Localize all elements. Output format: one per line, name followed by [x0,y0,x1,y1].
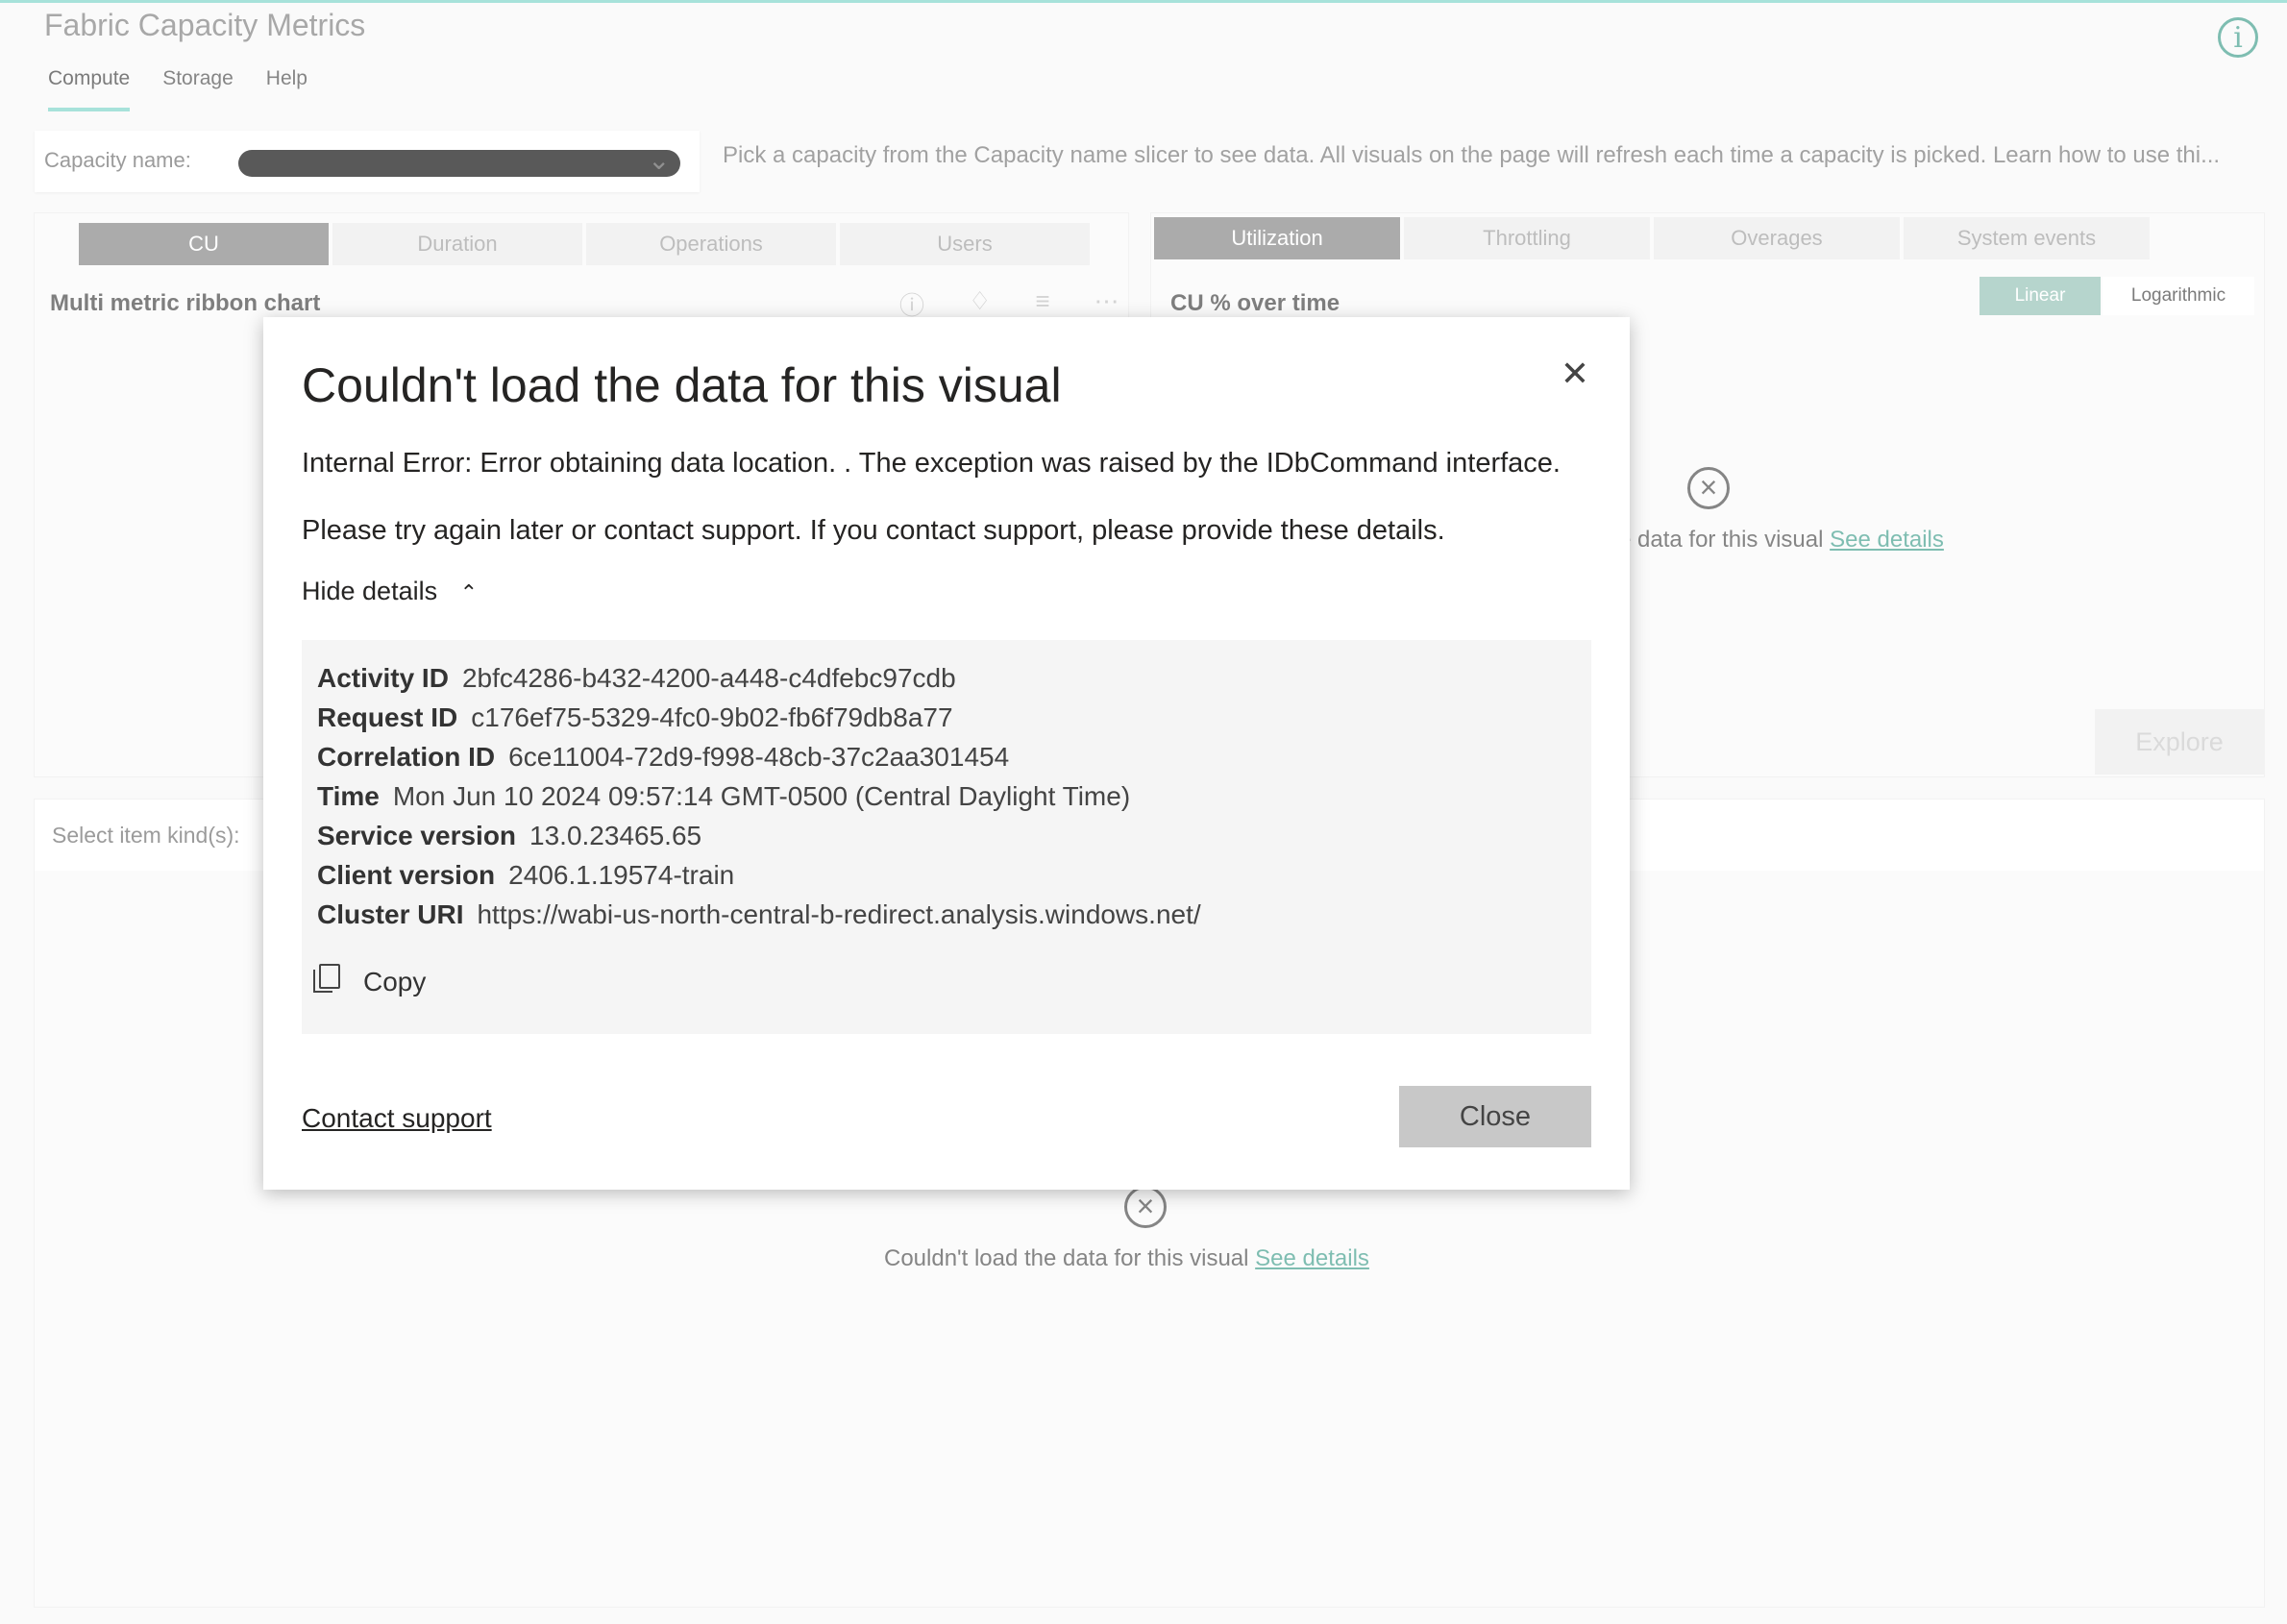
detail-row: Request ID c176ef75-5329-4fc0-9b02-fb6f79… [317,702,953,733]
detail-label: Request ID [317,702,458,732]
detail-value: 2406.1.19574-train [508,860,735,890]
detail-value: 2bfc4286-b432-4200-a448-c4dfebc97cdb [461,663,956,693]
detail-label: Client version [317,860,496,890]
dialog-title: Couldn't load the data for this visual [302,358,1062,412]
detail-row: Activity ID 2bfc4286-b432-4200-a448-c4dfe… [317,663,956,694]
detail-label: Correlation ID [317,742,496,772]
hide-details-label: Hide details [302,577,438,605]
dialog-error-message: Internal Error: Error obtaining data loc… [302,448,1561,479]
detail-label: Service version [317,821,517,850]
dialog-support-message: Please try again later or contact suppor… [302,515,1445,546]
detail-value: https://wabi-us-north-central-b-redirect… [477,899,1201,929]
copy-icon [313,964,344,993]
hide-details-toggle[interactable]: Hide details ⌃ [302,577,478,606]
detail-value: c176ef75-5329-4fc0-9b02-fb6f79db8a77 [471,702,953,732]
detail-value: Mon Jun 10 2024 09:57:14 GMT-0500 (Centr… [392,781,1131,811]
detail-row: Client version 2406.1.19574-train [317,860,734,891]
detail-label: Time [317,781,380,811]
detail-row: Time Mon Jun 10 2024 09:57:14 GMT-0500 (C… [317,781,1130,812]
detail-label: Cluster URI [317,899,464,929]
chevron-up-icon: ⌃ [459,580,479,604]
close-icon[interactable]: ✕ [1561,354,1589,394]
detail-label: Activity ID [317,663,449,693]
detail-row: Correlation ID 6ce11004-72d9-f998-48cb-37… [317,742,1009,773]
detail-value: 6ce11004-72d9-f998-48cb-37c2aa301454 [508,742,1010,772]
detail-value: 13.0.23465.65 [529,821,702,850]
copy-button[interactable]: Copy [313,964,427,997]
details-box: Activity ID 2bfc4286-b432-4200-a448-c4dfe… [302,640,1591,1034]
detail-row: Cluster URI https://wabi-us-north-central… [317,899,1201,930]
error-dialog: Couldn't load the data for this visual ✕… [263,317,1630,1190]
detail-row: Service version 13.0.23465.65 [317,821,701,851]
copy-label: Copy [363,967,427,997]
close-button[interactable]: Close [1399,1086,1591,1147]
contact-support-link[interactable]: Contact support [302,1103,492,1134]
